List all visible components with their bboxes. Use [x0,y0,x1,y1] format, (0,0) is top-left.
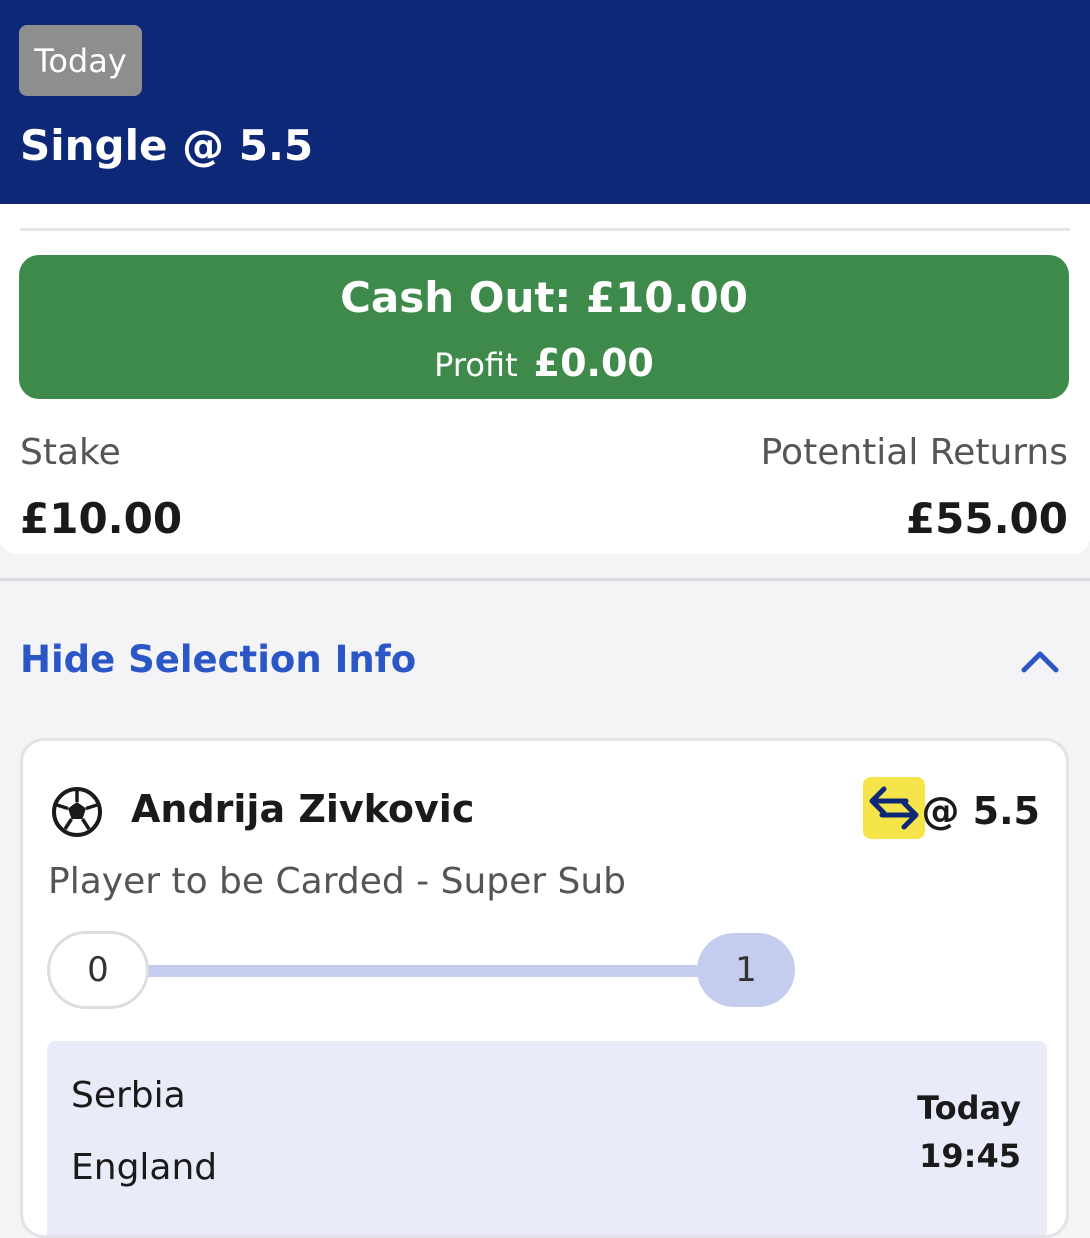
potential-returns-value: £55.00 [905,494,1068,543]
event-info: Serbia England Today 19:45 [47,1041,1047,1235]
divider [20,228,1070,231]
bet-header: Today Single @ 5.5 [0,0,1090,204]
progress-end-marker: 1 [697,933,795,1007]
market-name: Player to be Carded - Super Sub [48,861,627,902]
progress-track [148,965,738,977]
stake-label: Stake [20,432,121,473]
profit-value: £0.00 [533,341,654,385]
chevron-up-icon[interactable] [1020,640,1060,680]
potential-returns-label: Potential Returns [760,432,1068,473]
bet-title: Single @ 5.5 [20,121,314,170]
hide-selection-info-label: Hide Selection Info [20,638,417,681]
event-date: Today [917,1089,1021,1127]
cash-out-button[interactable]: Cash Out: £10.00 Profit £0.00 [19,255,1069,399]
stake-value: £10.00 [20,494,183,543]
selection-card: Andrija Zivkovic @ 5.5 Player to be Card… [20,738,1069,1238]
selection-name: Andrija Zivkovic [131,787,475,831]
section-divider [0,578,1090,581]
cash-out-label: Cash Out: £10.00 [340,273,748,322]
home-team: Serbia [71,1075,186,1116]
event-time: 19:45 [919,1137,1021,1175]
progress-start-marker: 0 [47,931,149,1009]
selection-odds: @ 5.5 [921,789,1040,833]
date-badge: Today [19,25,142,96]
hide-selection-info-toggle[interactable]: Hide Selection Info [0,620,1090,700]
profit-label: Profit [434,346,518,384]
football-icon [52,787,102,837]
bet-summary-card: Cash Out: £10.00 Profit £0.00 Stake £10.… [0,204,1090,554]
profit-line: Profit £0.00 [19,341,1069,385]
away-team: England [71,1147,218,1188]
swap-arrows-icon [863,777,925,839]
